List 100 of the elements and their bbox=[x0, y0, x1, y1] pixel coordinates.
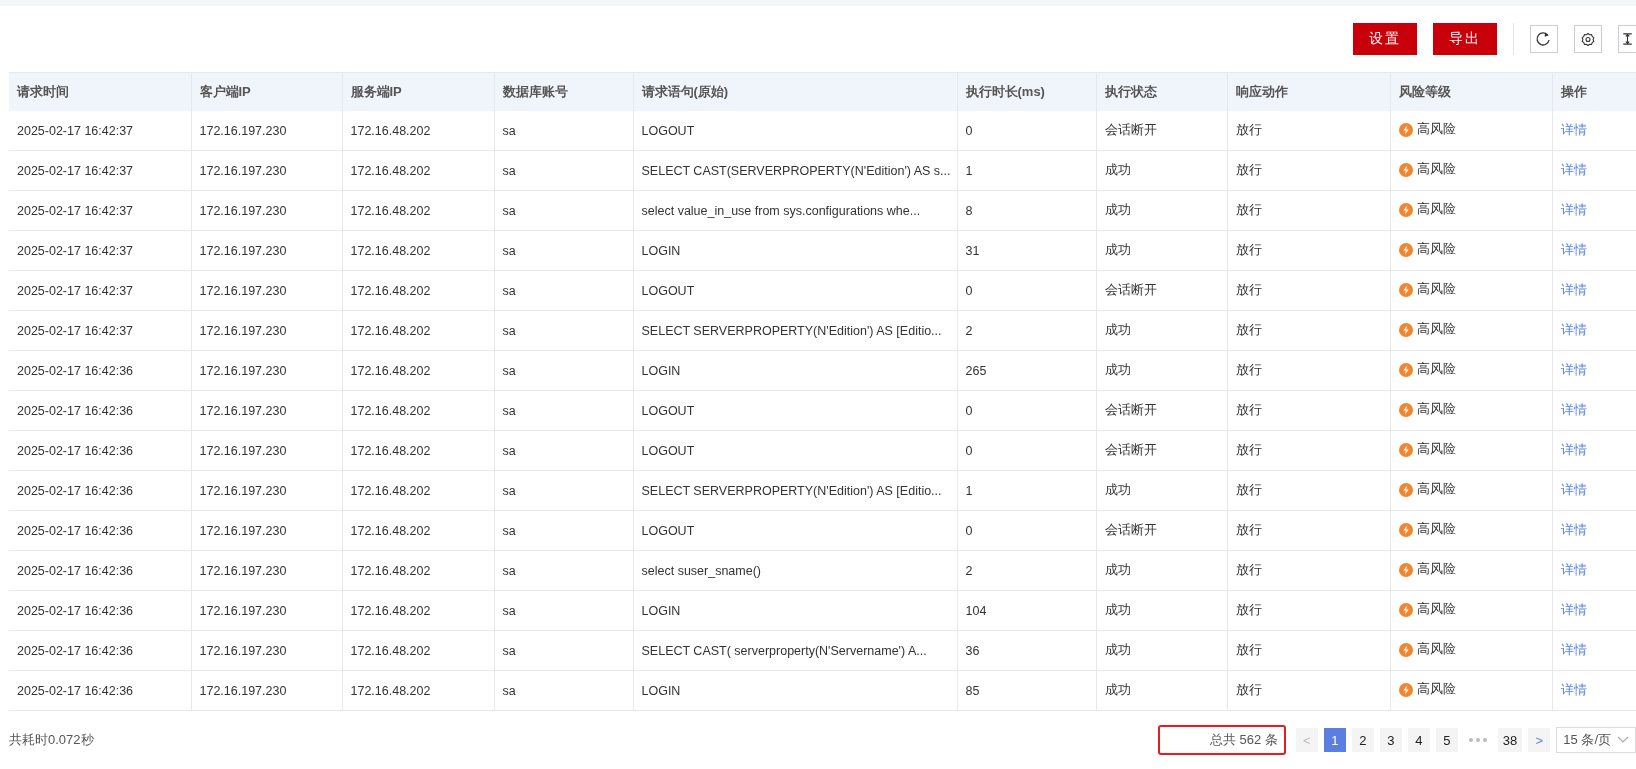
table-cell: select suser_sname() bbox=[633, 550, 957, 591]
settings-button[interactable] bbox=[1574, 25, 1602, 53]
column-header: 执行状态 bbox=[1096, 72, 1227, 111]
risk-level-label: 高风险 bbox=[1416, 121, 1456, 139]
table-cell: 172.16.48.202 bbox=[342, 310, 494, 351]
lightning-icon bbox=[1398, 562, 1413, 577]
table-cell: 成功 bbox=[1096, 230, 1227, 271]
lightning-icon bbox=[1398, 642, 1413, 657]
table-cell: 172.16.48.202 bbox=[342, 190, 494, 231]
elapsed-time: 共耗时0.072秒 bbox=[9, 731, 94, 749]
details-link[interactable]: 详情 bbox=[1560, 283, 1587, 297]
column-header: 请求语句(原始) bbox=[633, 72, 957, 111]
table-cell: 成功 bbox=[1096, 630, 1227, 671]
details-link[interactable]: 详情 bbox=[1560, 643, 1587, 657]
table-cell: 放行 bbox=[1227, 350, 1390, 391]
details-link[interactable]: 详情 bbox=[1560, 123, 1587, 137]
lightning-icon bbox=[1398, 442, 1413, 457]
table-cell: 36 bbox=[957, 630, 1096, 671]
export-button[interactable]: 导出 bbox=[1433, 23, 1497, 55]
table-cell: 172.16.48.202 bbox=[342, 150, 494, 191]
table-cell: 2 bbox=[957, 310, 1096, 351]
table-cell: sa bbox=[494, 550, 633, 591]
page-size-select[interactable]: 15 条/页 bbox=[1556, 727, 1636, 753]
table-cell: 172.16.197.230 bbox=[191, 111, 342, 151]
settings-button[interactable]: 设置 bbox=[1353, 23, 1417, 55]
risk-level-label: 高风险 bbox=[1416, 201, 1456, 219]
table-cell: 31 bbox=[957, 230, 1096, 271]
page-button[interactable]: 38 bbox=[1497, 728, 1523, 752]
details-link[interactable]: 详情 bbox=[1560, 443, 1587, 457]
page-button[interactable]: 2 bbox=[1351, 728, 1374, 752]
risk-level-label: 高风险 bbox=[1416, 521, 1456, 539]
table-cell: select value_in_use from sys.configurations whe... bbox=[633, 190, 957, 231]
table-cell: 成功 bbox=[1096, 670, 1227, 711]
table-cell: 172.16.48.202 bbox=[342, 630, 494, 671]
risk-level-label: 高风险 bbox=[1416, 641, 1456, 659]
lightning-icon bbox=[1398, 402, 1413, 417]
table-cell: 172.16.48.202 bbox=[342, 590, 494, 631]
table-cell: 0 bbox=[957, 111, 1096, 151]
table-cell: 172.16.48.202 bbox=[342, 470, 494, 511]
table-cell: LOGOUT bbox=[633, 111, 957, 151]
details-link[interactable]: 详情 bbox=[1560, 323, 1587, 337]
next-page-button[interactable]: > bbox=[1528, 728, 1551, 752]
table-cell: 成功 bbox=[1096, 550, 1227, 591]
details-link[interactable]: 详情 bbox=[1560, 403, 1587, 417]
table-cell: 172.16.197.230 bbox=[191, 390, 342, 431]
table-cell: 2025-02-17 16:42:37 bbox=[9, 270, 191, 311]
risk-level-label: 高风险 bbox=[1416, 681, 1456, 699]
page-button[interactable]: 3 bbox=[1379, 728, 1402, 752]
table-cell: 172.16.197.230 bbox=[191, 430, 342, 471]
lightning-icon bbox=[1398, 282, 1413, 297]
details-link[interactable]: 详情 bbox=[1560, 243, 1587, 257]
table-cell: 放行 bbox=[1227, 590, 1390, 631]
table-cell: 成功 bbox=[1096, 470, 1227, 511]
table-cell: sa bbox=[494, 270, 633, 311]
details-link[interactable]: 详情 bbox=[1560, 203, 1587, 217]
table-cell: 2025-02-17 16:42:37 bbox=[9, 150, 191, 191]
table-cell: 成功 bbox=[1096, 310, 1227, 351]
table-cell: 2025-02-17 16:42:37 bbox=[9, 310, 191, 351]
details-link[interactable]: 详情 bbox=[1560, 563, 1587, 577]
table-cell: LOGOUT bbox=[633, 270, 957, 311]
table-cell: 2025-02-17 16:42:37 bbox=[9, 230, 191, 271]
refresh-button[interactable] bbox=[1530, 25, 1558, 53]
table-cell: sa bbox=[494, 310, 633, 351]
table-cell: 会话断开 bbox=[1096, 510, 1227, 551]
total-count: 总共 562 条 bbox=[1157, 725, 1286, 755]
table-cell: 172.16.197.230 bbox=[191, 630, 342, 671]
table-cell: 放行 bbox=[1227, 310, 1390, 351]
details-link[interactable]: 详情 bbox=[1560, 603, 1587, 617]
table-cell: 成功 bbox=[1096, 590, 1227, 631]
table-cell: 会话断开 bbox=[1096, 111, 1227, 151]
details-link[interactable]: 详情 bbox=[1560, 163, 1587, 177]
row-height-button[interactable] bbox=[1618, 25, 1636, 53]
column-header: 请求时间 bbox=[9, 72, 191, 111]
page-button[interactable]: 1 bbox=[1323, 728, 1346, 752]
table-cell: 172.16.197.230 bbox=[191, 190, 342, 231]
table-cell: 1 bbox=[957, 470, 1096, 511]
details-link[interactable]: 详情 bbox=[1560, 483, 1587, 497]
table-cell: sa bbox=[494, 190, 633, 231]
details-link[interactable]: 详情 bbox=[1560, 523, 1587, 537]
table-cell: 0 bbox=[957, 390, 1096, 431]
table-cell: 2025-02-17 16:42:36 bbox=[9, 630, 191, 671]
lightning-icon bbox=[1398, 202, 1413, 217]
risk-level-label: 高风险 bbox=[1416, 281, 1456, 299]
table-cell: 8 bbox=[957, 190, 1096, 231]
table-cell: 会话断开 bbox=[1096, 430, 1227, 471]
table-cell: 放行 bbox=[1227, 190, 1390, 231]
column-header: 风险等级 bbox=[1390, 72, 1552, 111]
table-cell: sa bbox=[494, 630, 633, 671]
table-cell: 172.16.48.202 bbox=[342, 111, 494, 151]
table-cell: 172.16.48.202 bbox=[342, 670, 494, 711]
table-cell: 172.16.197.230 bbox=[191, 150, 342, 191]
table-cell: 172.16.197.230 bbox=[191, 470, 342, 511]
page-button[interactable]: 4 bbox=[1407, 728, 1430, 752]
details-link[interactable]: 详情 bbox=[1560, 683, 1587, 697]
table-cell: sa bbox=[494, 430, 633, 471]
page-button[interactable]: 5 bbox=[1435, 728, 1458, 752]
table-cell: sa bbox=[494, 150, 633, 191]
table-cell: sa bbox=[494, 670, 633, 711]
lightning-icon bbox=[1398, 482, 1413, 497]
details-link[interactable]: 详情 bbox=[1560, 363, 1587, 377]
